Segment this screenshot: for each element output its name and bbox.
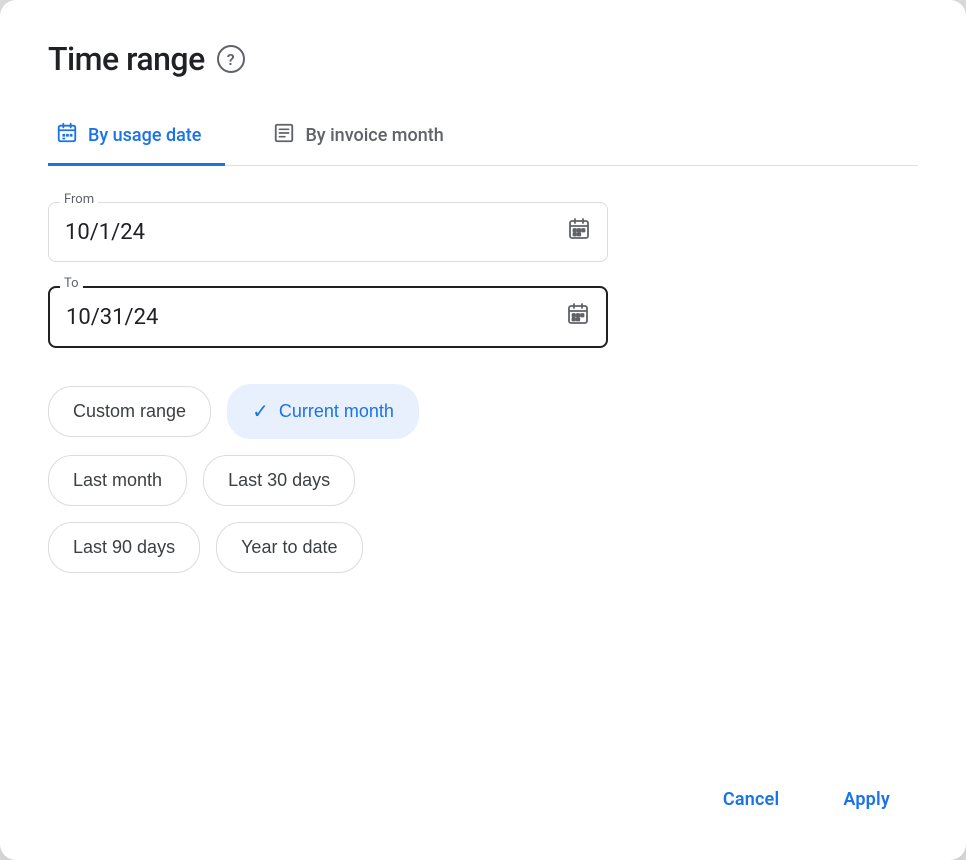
to-label: To	[60, 276, 83, 291]
last-90-days-button[interactable]: Last 90 days	[48, 522, 200, 573]
quick-select-row-1: Custom range ✓ Current month	[48, 384, 918, 439]
to-field-container: To	[48, 286, 608, 348]
usage-date-calendar-icon	[56, 122, 78, 149]
custom-range-label: Custom range	[73, 401, 186, 422]
tab-by-invoice-month[interactable]: By invoice month	[265, 110, 467, 166]
tab-invoice-month-label: By invoice month	[305, 125, 443, 146]
from-field-container: From	[48, 202, 608, 262]
last-30-days-label: Last 30 days	[228, 470, 330, 491]
to-field-wrapper[interactable]	[48, 286, 608, 348]
tabs-container: By usage date By invoice month	[48, 110, 918, 166]
tab-by-usage-date[interactable]: By usage date	[48, 110, 225, 166]
cancel-button[interactable]: Cancel	[695, 775, 807, 824]
dialog-header: Time range ?	[48, 40, 918, 78]
dialog-footer: Cancel Apply	[48, 755, 918, 824]
help-icon[interactable]: ?	[217, 45, 245, 73]
date-fields-section: From	[48, 202, 918, 348]
to-date-input[interactable]	[66, 305, 566, 330]
year-to-date-label: Year to date	[241, 537, 337, 558]
quick-select-section: Custom range ✓ Current month Last month …	[48, 384, 918, 573]
time-range-dialog: Time range ? By usage date	[0, 0, 966, 860]
invoice-month-icon	[273, 122, 295, 149]
to-calendar-icon[interactable]	[566, 302, 590, 332]
from-date-input[interactable]	[65, 220, 567, 245]
year-to-date-button[interactable]: Year to date	[216, 522, 362, 573]
tab-usage-date-label: By usage date	[88, 125, 201, 146]
last-90-days-label: Last 90 days	[73, 537, 175, 558]
from-calendar-icon[interactable]	[567, 217, 591, 247]
from-label: From	[60, 192, 98, 207]
last-30-days-button[interactable]: Last 30 days	[203, 455, 355, 506]
last-month-label: Last month	[73, 470, 162, 491]
quick-select-row-3: Last 90 days Year to date	[48, 522, 918, 573]
apply-button[interactable]: Apply	[815, 775, 918, 824]
current-month-button[interactable]: ✓ Current month	[227, 384, 419, 439]
from-field-wrapper[interactable]	[48, 202, 608, 262]
dialog-title: Time range	[48, 40, 205, 78]
last-month-button[interactable]: Last month	[48, 455, 187, 506]
current-month-check-icon: ✓	[252, 399, 269, 424]
quick-select-row-2: Last month Last 30 days	[48, 455, 918, 506]
current-month-label: Current month	[279, 401, 394, 422]
custom-range-button[interactable]: Custom range	[48, 386, 211, 437]
